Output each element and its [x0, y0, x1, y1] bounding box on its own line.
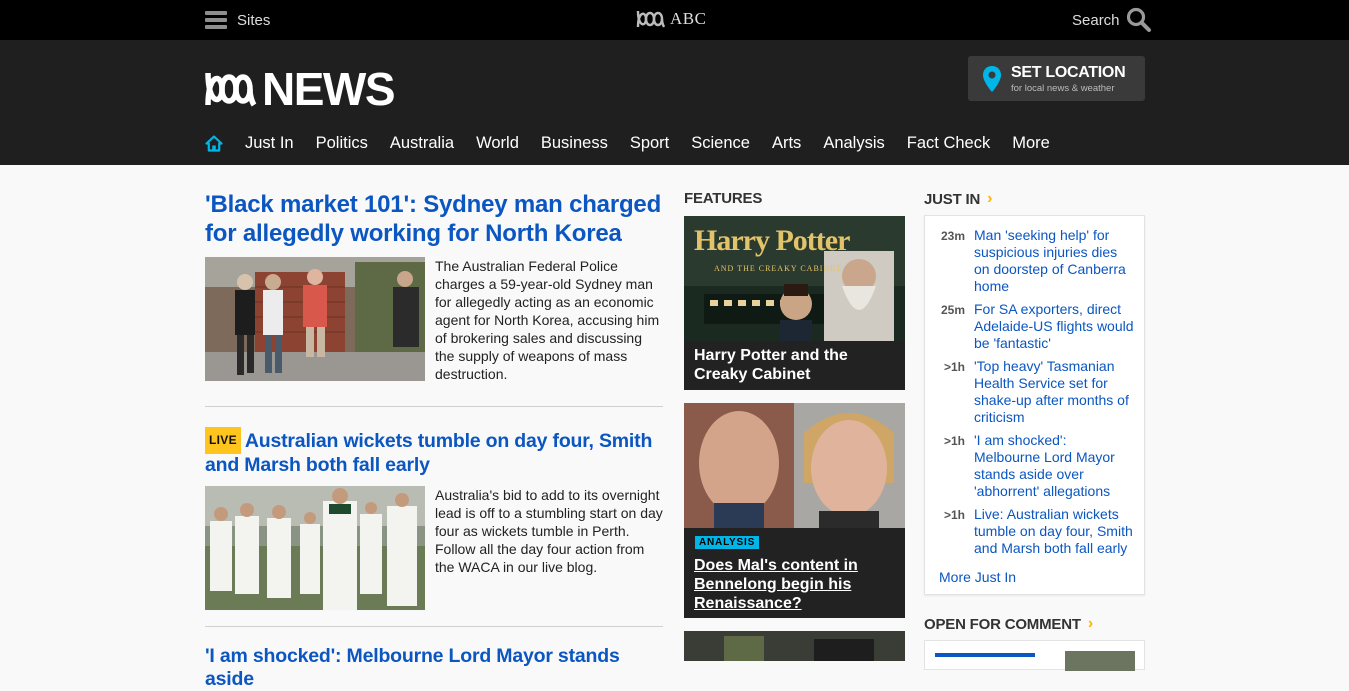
just-in-item[interactable]: >1h 'I am shocked': Melbourne Lord Mayor…	[925, 432, 1146, 500]
just-in-heading-link[interactable]: JUST IN ›	[924, 190, 992, 208]
search-icon	[1126, 7, 1151, 32]
story-item: 'Black market 101': Sydney man charged f…	[205, 190, 663, 407]
main-nav: Just In Politics Australia World Busines…	[205, 132, 1072, 154]
nav-australia[interactable]: Australia	[390, 134, 454, 153]
features-heading: FEATURES	[684, 190, 763, 207]
home-icon	[205, 134, 223, 152]
site-header: NEWS SET LOCATION for local news & weath…	[0, 40, 1349, 165]
feature-image	[684, 403, 905, 528]
nav-politics[interactable]: Politics	[316, 134, 368, 153]
nav-more[interactable]: More	[1012, 134, 1050, 153]
feature-image-subtitle: AND THE CREAKY CABINET	[714, 264, 842, 273]
nav-arts[interactable]: Arts	[772, 134, 801, 153]
story-headline[interactable]: 'Black market 101': Sydney man charged f…	[205, 190, 663, 248]
home-link[interactable]	[205, 134, 223, 152]
story-summary: Australia's bid to add to its overnight …	[435, 487, 663, 575]
just-in-heading: JUST IN	[924, 190, 981, 208]
open-for-comment-list	[924, 640, 1145, 671]
story-headline[interactable]: 'I am shocked': Melbourne Lord Mayor sta…	[205, 645, 663, 691]
analysis-badge: ANALYSIS	[695, 536, 760, 549]
feature-card[interactable]: ANALYSIS Does Mal's content in Bennelong…	[684, 403, 905, 618]
just-in-item[interactable]: 25m For SA exporters, direct Adelaide-US…	[925, 301, 1146, 352]
set-location-title: SET LOCATION	[1011, 64, 1126, 81]
just-in-link[interactable]: 'I am shocked': Melbourne Lord Mayor sta…	[974, 432, 1134, 500]
feature-caption: Does Mal's content in Bennelong begin hi…	[694, 557, 858, 612]
just-in-item[interactable]: >1h 'Top heavy' Tasmanian Health Service…	[925, 358, 1146, 426]
just-in-list: 23m Man 'seeking help' for suspicious in…	[924, 215, 1145, 595]
nav-science[interactable]: Science	[691, 134, 750, 153]
story-item: 'I am shocked': Melbourne Lord Mayor sta…	[205, 627, 663, 691]
abc-logo-icon	[636, 10, 666, 28]
abc-brand-text: ABC	[670, 9, 707, 28]
search-label: Search	[1072, 11, 1120, 29]
nav-just-in[interactable]: Just In	[245, 134, 294, 153]
sites-label: Sites	[237, 11, 271, 29]
just-in-item[interactable]: >1h Live: Australian wickets tumble on d…	[925, 506, 1146, 557]
just-in-time: >1h	[943, 434, 965, 448]
nav-fact-check[interactable]: Fact Check	[907, 134, 990, 153]
location-pin-icon	[983, 66, 1001, 92]
nav-sport[interactable]: Sport	[630, 134, 669, 153]
just-in-time: >1h	[943, 360, 965, 374]
story-summary: The Australian Federal Police charges a …	[435, 258, 660, 382]
open-for-comment-heading-link[interactable]: OPEN FOR COMMENT ›	[924, 615, 1093, 633]
story-item: LIVE Australian wickets tumble on day fou…	[205, 407, 663, 627]
story-image[interactable]	[205, 486, 425, 610]
comment-item-thumbnail[interactable]	[1065, 651, 1135, 671]
live-badge: LIVE	[205, 427, 241, 454]
chevron-right-icon: ›	[1087, 615, 1093, 632]
story-headline[interactable]: LIVE Australian wickets tumble on day fou…	[205, 427, 663, 477]
feature-image-title: Harry Potter	[694, 224, 850, 257]
abc-news-logo[interactable]: NEWS	[203, 63, 396, 115]
features-section: FEATURES	[684, 190, 905, 207]
just-in-link[interactable]: Live: Australian wickets tumble on day f…	[974, 506, 1134, 557]
news-wordmark: NEWS	[262, 63, 396, 115]
nav-world[interactable]: World	[476, 134, 519, 153]
top-stories: 'Black market 101': Sydney man charged f…	[205, 190, 663, 691]
just-in-link[interactable]: Man 'seeking help' for suspicious injuri…	[974, 227, 1134, 295]
abc-logo-icon	[205, 72, 257, 107]
search-button[interactable]: Search	[1072, 7, 1152, 33]
just-in-link[interactable]: 'Top heavy' Tasmanian Health Service set…	[974, 358, 1134, 426]
just-in-time: 23m	[940, 229, 965, 243]
open-for-comment-heading: OPEN FOR COMMENT	[924, 615, 1081, 633]
story-image[interactable]	[205, 257, 425, 381]
just-in-item[interactable]: 23m Man 'seeking help' for suspicious in…	[925, 227, 1146, 295]
feature-card[interactable]: Harry Potter AND THE CREAKY CABINET Harr…	[684, 216, 905, 390]
just-in-time: 25m	[940, 303, 965, 317]
nav-business[interactable]: Business	[541, 134, 608, 153]
feature-image	[684, 631, 905, 661]
top-bar: Sites ABC Search	[0, 0, 1349, 40]
abc-home-link[interactable]: ABC	[636, 9, 706, 29]
comment-item-text-stub[interactable]	[935, 653, 1035, 657]
more-just-in-link[interactable]: More Just In	[939, 569, 1016, 585]
set-location-subtitle: for local news & weather	[1011, 83, 1115, 94]
story-headline-text: Australian wickets tumble on day four, S…	[205, 430, 653, 476]
menu-icon	[205, 11, 227, 29]
chevron-right-icon: ›	[987, 190, 993, 207]
set-location-button[interactable]: SET LOCATION for local news & weather	[968, 56, 1145, 101]
feature-card[interactable]	[684, 631, 905, 661]
nav-analysis[interactable]: Analysis	[823, 134, 884, 153]
feature-caption: Harry Potter and the Creaky Cabinet	[694, 347, 848, 383]
sites-menu-button[interactable]: Sites	[205, 10, 270, 30]
just-in-link[interactable]: For SA exporters, direct Adelaide-US fli…	[974, 301, 1134, 352]
just-in-time: >1h	[943, 508, 965, 522]
